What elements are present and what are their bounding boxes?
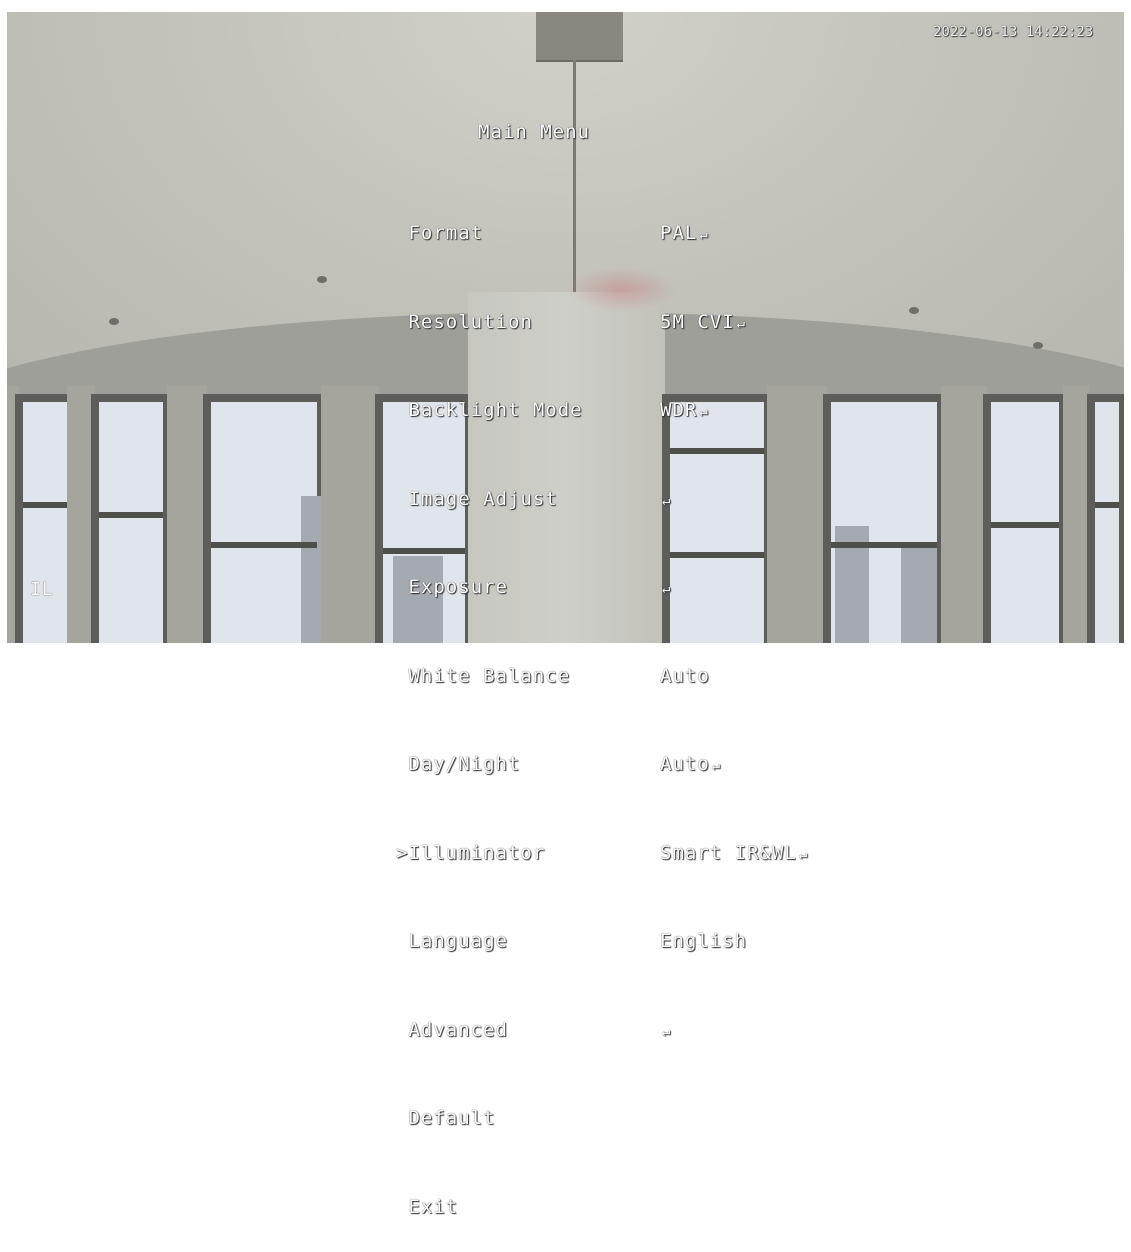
enter-submenu-icon <box>660 576 671 598</box>
menu-value-format[interactable]: PAL <box>660 219 808 249</box>
window <box>823 394 945 643</box>
menu-item-label: Day/Night <box>408 753 521 775</box>
menu-value-advanced[interactable] <box>660 1016 808 1046</box>
enter-submenu-icon <box>697 399 708 421</box>
menu-item-default[interactable]: Default <box>396 1104 583 1134</box>
menu-item-label: White Balance <box>408 664 571 687</box>
ceiling-hatch <box>536 12 623 62</box>
cursor-slot <box>396 488 408 510</box>
cursor-slot <box>396 753 408 775</box>
ceiling-light <box>1033 342 1043 349</box>
cursor-slot <box>396 311 408 333</box>
menu-item-image-adjust[interactable]: Image Adjust <box>396 485 583 515</box>
wall-column <box>321 386 379 643</box>
cursor-slot <box>396 576 408 598</box>
menu-item-label: Advanced <box>408 1018 508 1041</box>
ceiling-light <box>909 307 919 314</box>
menu-item-label: Language <box>408 930 508 952</box>
menu-item-exit[interactable]: Exit <box>396 1193 583 1223</box>
menu-item-label: Resolution <box>408 310 533 333</box>
enter-submenu-icon <box>697 222 708 244</box>
menu-title: Main Menu <box>478 121 590 143</box>
wall-column <box>167 386 207 643</box>
wall-column <box>941 386 987 643</box>
window <box>203 394 331 643</box>
menu-item-exposure[interactable]: Exposure <box>396 573 583 603</box>
menu-item-label: Illuminator <box>408 841 546 864</box>
ceiling-light <box>317 276 327 283</box>
cursor-slot <box>396 399 408 421</box>
enter-submenu-icon <box>660 488 671 510</box>
wall-column <box>1063 386 1089 643</box>
menu-value-image-adjust[interactable] <box>660 485 808 515</box>
menu-item-label: Exposure <box>408 576 508 598</box>
menu-item-language[interactable]: Language <box>396 927 583 957</box>
cursor-slot <box>396 1196 408 1218</box>
menu-item-advanced[interactable]: Advanced <box>396 1016 583 1046</box>
menu-item-backlight-mode[interactable]: Backlight Mode <box>396 396 583 426</box>
menu-labels: Format Resolution Backlight Mode Image A… <box>396 160 583 1252</box>
menu-item-label: Format <box>408 222 484 244</box>
cursor-slot <box>396 665 408 687</box>
enter-submenu-icon <box>797 842 808 864</box>
menu-value-language[interactable]: English <box>660 927 808 957</box>
menu-item-label: Backlight Mode <box>408 399 583 421</box>
menu-item-label: Default <box>408 1107 496 1129</box>
menu-item-format[interactable]: Format <box>396 219 583 249</box>
menu-value-resolution[interactable]: 5M CVI <box>660 308 808 338</box>
menu-item-resolution[interactable]: Resolution <box>396 308 583 338</box>
menu-item-white-balance[interactable]: White Balance <box>396 662 583 692</box>
ceiling-light <box>109 318 119 325</box>
menu-value-backlight-mode[interactable]: WDR <box>660 396 808 426</box>
menu-values: PAL 5M CVI WDR Auto Auto Smart IR&WL Eng… <box>660 160 808 1075</box>
menu-item-label: Image Adjust <box>408 487 558 510</box>
menu-value-day-night[interactable]: Auto <box>660 750 808 780</box>
menu-item-day-night[interactable]: Day/Night <box>396 750 583 780</box>
window <box>1087 394 1124 643</box>
window <box>91 394 171 643</box>
menu-item-label: Exit <box>408 1195 459 1218</box>
cursor-slot <box>396 1019 408 1041</box>
menu-item-illuminator[interactable]: >Illuminator <box>396 839 583 869</box>
cursor-slot <box>396 222 408 244</box>
window <box>15 394 75 643</box>
window <box>983 394 1067 643</box>
enter-submenu-icon <box>735 311 746 333</box>
menu-value-white-balance[interactable]: Auto <box>660 662 808 692</box>
cursor-slot <box>396 1107 408 1129</box>
corner-label: IL <box>30 579 54 600</box>
enter-submenu-icon <box>710 753 721 775</box>
menu-value-exposure[interactable] <box>660 573 808 603</box>
cursor-slot <box>396 930 408 952</box>
menu-value-illuminator[interactable]: Smart IR&WL <box>660 839 808 869</box>
selection-cursor: > <box>396 841 409 864</box>
timestamp: 2022-06-13 14:22:23 <box>933 24 1094 40</box>
enter-submenu-icon <box>660 1019 671 1041</box>
